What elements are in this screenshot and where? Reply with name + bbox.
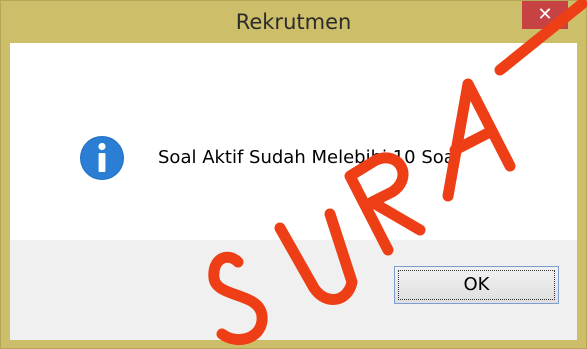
message-area: Soal Aktif Sudah Melebihi 10 Soal (10, 43, 577, 240)
dialog-window: Rekrutmen ✕ Soal Aktif Sudah Melebihi 10… (0, 0, 587, 349)
title-bar[interactable]: Rekrutmen ✕ (1, 1, 586, 43)
close-icon: ✕ (537, 4, 553, 25)
dialog-content: Soal Aktif Sudah Melebihi 10 Soal OK (10, 43, 577, 340)
ok-button[interactable]: OK (394, 266, 559, 304)
ok-button-label: OK (463, 274, 490, 295)
message-text: Soal Aktif Sudah Melebihi 10 Soal (158, 147, 460, 168)
info-icon (80, 136, 124, 180)
close-button[interactable]: ✕ (522, 1, 568, 29)
button-bar: OK (10, 240, 577, 340)
window-title: Rekrutmen (235, 10, 352, 34)
